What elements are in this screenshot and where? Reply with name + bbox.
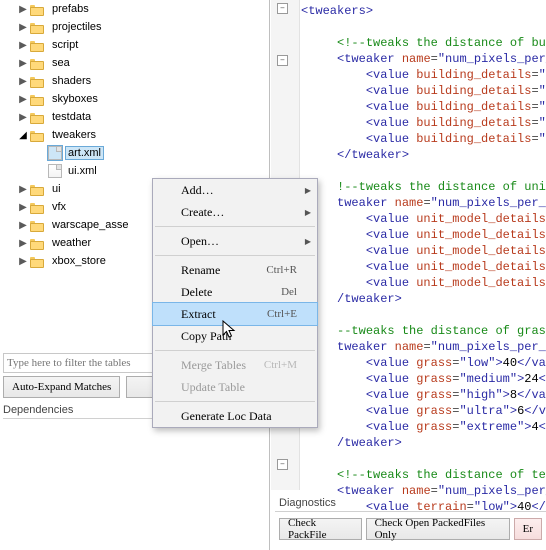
folder-icon bbox=[30, 219, 46, 232]
context-menu[interactable]: Add… Create… Open… RenameCtrl+R DeleteDe… bbox=[152, 178, 318, 428]
folder-icon bbox=[30, 39, 46, 52]
menu-delete[interactable]: DeleteDel bbox=[153, 281, 317, 303]
fold-icon[interactable]: – bbox=[277, 55, 288, 66]
file-icon bbox=[48, 146, 62, 160]
tree-item[interactable]: ▶sea bbox=[0, 54, 262, 72]
menu-separator bbox=[155, 350, 315, 351]
code-view[interactable]: <tweakers> <!--tweaks the distance of bu… bbox=[301, 3, 546, 515]
expand-icon[interactable]: ▶ bbox=[16, 220, 30, 231]
expand-icon[interactable]: ▶ bbox=[16, 94, 30, 105]
folder-icon bbox=[30, 111, 46, 124]
fold-icon[interactable]: – bbox=[277, 459, 288, 470]
tree-item-selected[interactable]: art.xml bbox=[0, 144, 262, 162]
expand-icon[interactable]: ▶ bbox=[16, 238, 30, 249]
tree-item[interactable]: ▶testdata bbox=[0, 108, 262, 126]
diagnostics-panel: Diagnostics Check PackFile Check Open Pa… bbox=[275, 495, 546, 546]
folder-icon bbox=[30, 237, 46, 250]
folder-icon bbox=[30, 93, 46, 106]
folder-icon bbox=[30, 201, 46, 214]
menu-extract[interactable]: ExtractCtrl+E bbox=[153, 303, 317, 325]
menu-create[interactable]: Create… bbox=[153, 201, 317, 223]
menu-rename[interactable]: RenameCtrl+R bbox=[153, 259, 317, 281]
folder-icon bbox=[30, 57, 46, 70]
menu-add[interactable]: Add… bbox=[153, 179, 317, 201]
diagnostics-header: Diagnostics bbox=[275, 495, 546, 512]
tree-item[interactable]: ◢tweakers bbox=[0, 126, 262, 144]
tree-item[interactable]: ▶skyboxes bbox=[0, 90, 262, 108]
expand-icon[interactable]: ▶ bbox=[16, 58, 30, 69]
menu-update-table: Update Table bbox=[153, 376, 317, 398]
collapse-icon[interactable]: ◢ bbox=[16, 130, 30, 141]
expand-icon[interactable]: ▶ bbox=[16, 112, 30, 123]
folder-icon bbox=[30, 3, 46, 16]
expand-icon[interactable]: ▶ bbox=[16, 40, 30, 51]
check-open-packedfiles-button[interactable]: Check Open PackedFiles Only bbox=[366, 518, 510, 540]
file-icon bbox=[48, 164, 62, 178]
tree-item[interactable]: ▶script bbox=[0, 36, 262, 54]
folder-icon bbox=[30, 75, 46, 88]
folder-icon bbox=[30, 21, 46, 34]
menu-separator bbox=[155, 401, 315, 402]
auto-expand-button[interactable]: Auto-Expand Matches bbox=[3, 376, 120, 398]
tree-item[interactable]: ▶projectiles bbox=[0, 18, 262, 36]
menu-merge-tables: Merge TablesCtrl+M bbox=[153, 354, 317, 376]
expand-icon[interactable]: ▶ bbox=[16, 202, 30, 213]
tree-item[interactable]: ▶shaders bbox=[0, 72, 262, 90]
expand-icon[interactable]: ▶ bbox=[16, 22, 30, 33]
expand-icon[interactable]: ▶ bbox=[16, 76, 30, 87]
check-packfile-button[interactable]: Check PackFile bbox=[279, 518, 362, 540]
menu-open[interactable]: Open… bbox=[153, 230, 317, 252]
folder-icon bbox=[30, 255, 46, 268]
expand-icon[interactable]: ▶ bbox=[16, 4, 30, 15]
menu-separator bbox=[155, 226, 315, 227]
menu-separator bbox=[155, 255, 315, 256]
tree-item[interactable]: ▶prefabs bbox=[0, 0, 262, 18]
menu-copy-path[interactable]: Copy Path bbox=[153, 325, 317, 347]
menu-generate-loc-data[interactable]: Generate Loc Data bbox=[153, 405, 317, 427]
error-button[interactable]: Er bbox=[514, 518, 542, 540]
folder-icon bbox=[30, 183, 46, 196]
fold-icon[interactable]: – bbox=[277, 3, 288, 14]
folder-icon bbox=[30, 129, 46, 142]
expand-icon[interactable]: ▶ bbox=[16, 256, 30, 267]
expand-icon[interactable]: ▶ bbox=[16, 184, 30, 195]
